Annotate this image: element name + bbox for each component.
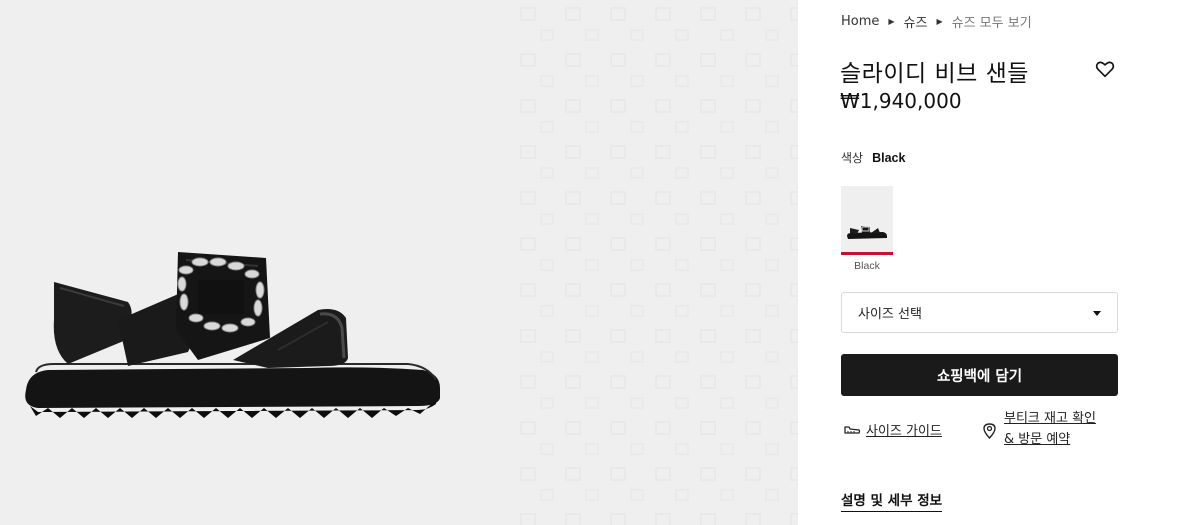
- location-pin-icon: [983, 423, 996, 439]
- size-select-placeholder: 사이즈 선택: [858, 307, 922, 322]
- breadcrumb: Home ▶ 슈즈 ▶ 슈즈 모두 보기: [841, 12, 1032, 31]
- selected-color-value: Black: [872, 151, 906, 165]
- swatch-thumbnail: [841, 186, 893, 252]
- product-price: ₩1,940,000: [840, 89, 962, 113]
- description-details-tab[interactable]: 설명 및 세부 정보: [841, 489, 943, 512]
- swatch-caption: Black: [854, 260, 880, 272]
- breadcrumb-home[interactable]: Home: [841, 14, 879, 29]
- size-select-dropdown[interactable]: 사이즈 선택: [841, 292, 1118, 333]
- triangle-right-icon: ▶: [888, 17, 895, 26]
- color-selection-label: 색상 Black: [841, 149, 905, 166]
- sandal-thumbnail-image: [847, 226, 887, 239]
- product-image-sandal: [25, 252, 440, 418]
- store-stock-label-line2: & 방문 예약: [1004, 432, 1071, 447]
- wishlist-button[interactable]: [1094, 58, 1116, 80]
- swatch-selected-indicator: [841, 252, 893, 255]
- heart-icon: [1095, 61, 1115, 78]
- color-swatch-black[interactable]: [841, 186, 893, 256]
- breadcrumb-shoes[interactable]: 슈즈: [904, 12, 928, 31]
- size-guide-link[interactable]: 사이즈 가이드: [843, 420, 942, 439]
- ruler-shoe-icon: [844, 425, 861, 434]
- add-to-bag-button[interactable]: 쇼핑백에 담기: [841, 354, 1118, 396]
- breadcrumb-all-shoes[interactable]: 슈즈 모두 보기: [952, 12, 1032, 31]
- size-guide-label: 사이즈 가이드: [866, 424, 942, 439]
- color-label: 색상: [841, 151, 864, 165]
- store-stock-link[interactable]: 부티크 재고 확인 & 방문 예약: [982, 408, 1096, 450]
- product-title: 슬라이디 비브 샌들: [840, 61, 1029, 87]
- store-stock-label-line1: 부티크 재고 확인: [1004, 411, 1096, 426]
- product-info-panel: Home ▶ 슈즈 ▶ 슈즈 모두 보기 슬라이디 비브 샌들 ₩1,940,0…: [798, 0, 1200, 525]
- background-monogram-pattern: [515, 0, 798, 525]
- product-gallery[interactable]: [0, 0, 798, 525]
- triangle-right-icon: ▶: [936, 17, 943, 26]
- caret-down-icon: [1093, 311, 1101, 316]
